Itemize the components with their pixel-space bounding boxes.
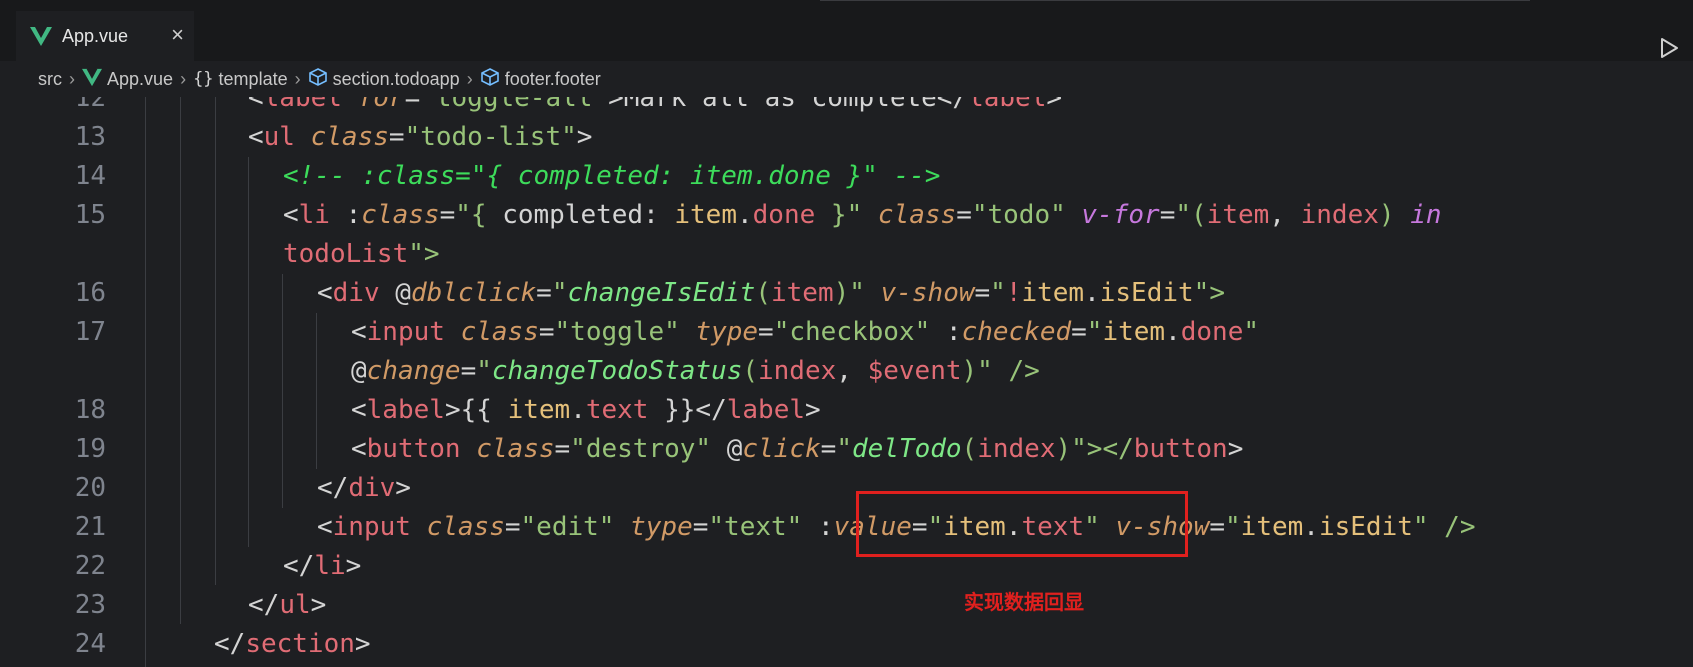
breadcrumb-src[interactable]: src xyxy=(38,69,62,90)
highlight-annotation-box xyxy=(856,491,1188,557)
code-line-17-wrap: @change="changeTodoStatus(index, $event)… xyxy=(351,356,1040,386)
code-line-20: </div> xyxy=(317,473,411,503)
code-line-13: <ul class="todo-list"> xyxy=(248,122,593,152)
line-number: 18 xyxy=(74,395,106,425)
breadcrumb-label: App.vue xyxy=(107,68,174,89)
code-line-19: <button class="destroy" @click="delTodo(… xyxy=(351,434,1244,464)
tab-label: App.vue xyxy=(62,25,129,46)
tab-bar: App.vue × xyxy=(0,11,1693,62)
indent-guide xyxy=(180,97,181,624)
breadcrumb-label: footer.footer xyxy=(504,68,601,89)
vue-logo-icon xyxy=(82,67,102,92)
search-box-edge xyxy=(820,0,1530,1)
line-number: 16 xyxy=(74,278,106,308)
line-number: 13 xyxy=(74,122,106,152)
breadcrumb-separator: › xyxy=(466,68,473,89)
indent-guide xyxy=(145,97,146,667)
code-line-17: <input class="toggle" type="checkbox" :c… xyxy=(351,317,1260,347)
breadcrumb-app-vue[interactable]: App.vue xyxy=(82,67,173,92)
breadcrumb-template[interactable]: {} template xyxy=(193,69,288,90)
braces-icon: {} xyxy=(193,69,214,89)
code-line-15: <li :class="{ completed: item.done }" cl… xyxy=(283,200,1442,230)
line-number: 12 xyxy=(74,97,106,113)
code-editor[interactable]: 12 13 14 15 16 17 18 19 20 21 22 23 24 <… xyxy=(0,97,1693,667)
run-triangle-icon[interactable] xyxy=(1659,37,1679,59)
cube-icon xyxy=(480,67,500,92)
breadcrumb-label: src xyxy=(38,68,62,89)
indent-guide xyxy=(215,97,216,585)
breadcrumb-separator: › xyxy=(180,68,187,89)
breadcrumb-separator: › xyxy=(69,68,75,89)
tab-app-vue[interactable]: App.vue × xyxy=(16,11,194,62)
title-strip xyxy=(0,0,1693,11)
line-number: 23 xyxy=(74,590,106,620)
line-number: 21 xyxy=(74,512,106,542)
indent-guide xyxy=(282,274,283,508)
line-number: 15 xyxy=(74,200,106,230)
code-line-16: <div @dblclick="changeIsEdit(item)" v-sh… xyxy=(317,278,1225,308)
line-number: 14 xyxy=(74,161,106,191)
line-number: 20 xyxy=(74,473,106,503)
vue-logo-icon xyxy=(30,25,52,47)
code-line-23: </ul> xyxy=(248,590,327,620)
line-number: 17 xyxy=(74,317,106,347)
breadcrumb-label: template xyxy=(218,68,288,89)
code-line-18: <label>{{ item.text }}</label> xyxy=(351,395,821,425)
code-line-24: </section> xyxy=(214,629,371,659)
line-number: 19 xyxy=(74,434,106,464)
cube-icon xyxy=(308,67,328,92)
annotation-label: 实现数据回显 xyxy=(964,590,1084,614)
close-icon[interactable]: × xyxy=(171,23,184,47)
breadcrumb-label: section.todoapp xyxy=(332,68,460,89)
indent-guide xyxy=(248,157,249,547)
code-line-14-comment: <!-- :class="{ completed: item.done }" -… xyxy=(283,161,941,191)
code-line-22: </li> xyxy=(283,551,362,581)
breadcrumb-separator: › xyxy=(294,68,301,89)
breadcrumb-footer-footer[interactable]: footer.footer xyxy=(480,67,601,92)
breadcrumb-section-todoapp[interactable]: section.todoapp xyxy=(308,67,460,92)
line-number: 22 xyxy=(74,551,106,581)
indent-guide xyxy=(316,313,317,469)
code-line-15-wrap: todoList"> xyxy=(283,239,440,269)
breadcrumb: src › App.vue › {} template › section.to… xyxy=(0,61,1693,97)
code-line-12: <label for="toggle-all">Mark all as comp… xyxy=(248,97,1063,113)
line-number: 24 xyxy=(74,629,106,659)
